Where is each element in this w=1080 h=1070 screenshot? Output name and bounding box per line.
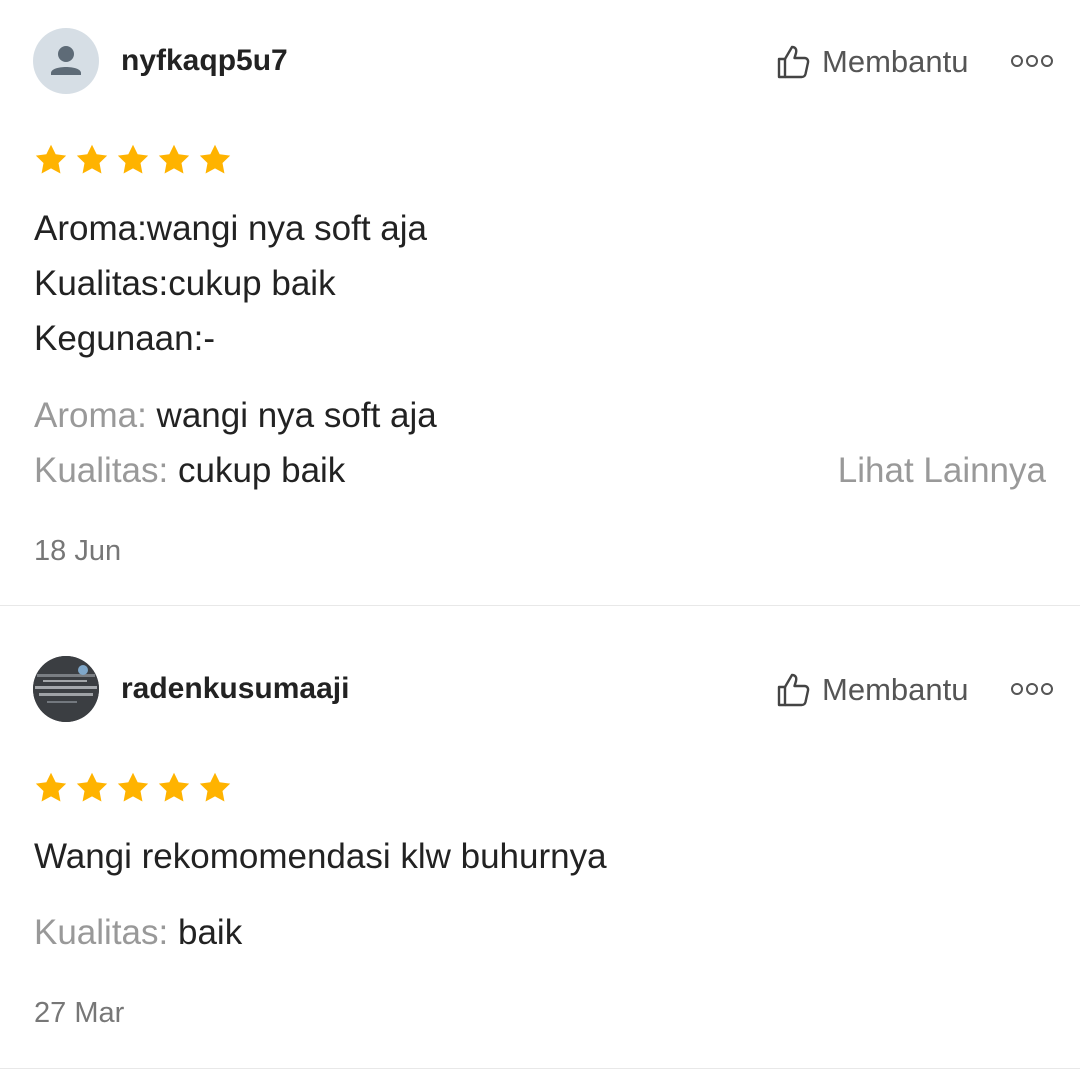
star-icon — [76, 772, 108, 802]
helpful-label: Membantu — [822, 672, 969, 707]
helpful-button[interactable]: Membantu — [776, 672, 968, 708]
more-options-button[interactable] — [1010, 51, 1054, 71]
star-icon — [117, 144, 149, 174]
review-text-line: Aroma:wangi nya soft aja — [34, 209, 427, 248]
more-options-icon — [1011, 55, 1053, 67]
star-icon — [35, 772, 67, 802]
username[interactable]: nyfkaqp5u7 — [121, 44, 288, 78]
more-options-button[interactable] — [1010, 679, 1054, 699]
star-icon — [35, 144, 67, 174]
review-card: nyfkaqp5u7 Membantu Aroma:wangi nya soft… — [0, 0, 1080, 606]
attribute-row: Kualitas: cukup baik — [34, 451, 345, 491]
attribute-value: wangi nya soft aja — [156, 396, 437, 435]
avatar[interactable] — [33, 656, 99, 722]
attribute-key: Kualitas: — [34, 913, 169, 952]
attribute-row: Aroma: wangi nya soft aja — [34, 396, 437, 436]
review-date: 27 Mar — [34, 997, 125, 1029]
star-icon — [158, 144, 190, 174]
review-text: Aroma:wangi nya soft aja Kualitas:cukup … — [34, 201, 427, 366]
review-text-line: Kegunaan:- — [34, 319, 215, 358]
review-date: 18 Jun — [34, 535, 122, 567]
thumbs-up-icon — [777, 45, 810, 79]
star-icon — [76, 144, 108, 174]
attribute-key: Kualitas: — [34, 451, 169, 490]
star-icon — [117, 772, 149, 802]
star-icon — [199, 772, 231, 802]
star-icon — [199, 144, 231, 174]
star-rating — [33, 142, 233, 178]
username[interactable]: radenkusumaaji — [121, 672, 349, 706]
avatar[interactable] — [33, 28, 99, 94]
attribute-key: Aroma: — [34, 396, 147, 435]
profile-photo-icon — [33, 656, 99, 722]
star-icon — [158, 772, 190, 802]
thumbs-up-icon — [777, 673, 810, 707]
attribute-value: baik — [177, 913, 243, 952]
review-card: radenkusumaaji Membantu Wangi rekomomend… — [0, 606, 1080, 1069]
see-more-link[interactable]: Lihat Lainnya — [838, 451, 1046, 491]
helpful-label: Membantu — [822, 44, 969, 79]
attribute-value: cukup baik — [177, 451, 346, 490]
helpful-button[interactable]: Membantu — [776, 44, 968, 80]
star-rating — [33, 770, 233, 806]
review-text-line: Kualitas:cukup baik — [34, 264, 336, 303]
attribute-row: Kualitas: baik — [34, 913, 242, 953]
review-text-line: Wangi rekomomendasi klw buhurnya — [34, 837, 607, 876]
more-options-icon — [1011, 683, 1053, 695]
user-silhouette-icon — [51, 46, 81, 75]
review-text: Wangi rekomomendasi klw buhurnya — [34, 829, 607, 884]
